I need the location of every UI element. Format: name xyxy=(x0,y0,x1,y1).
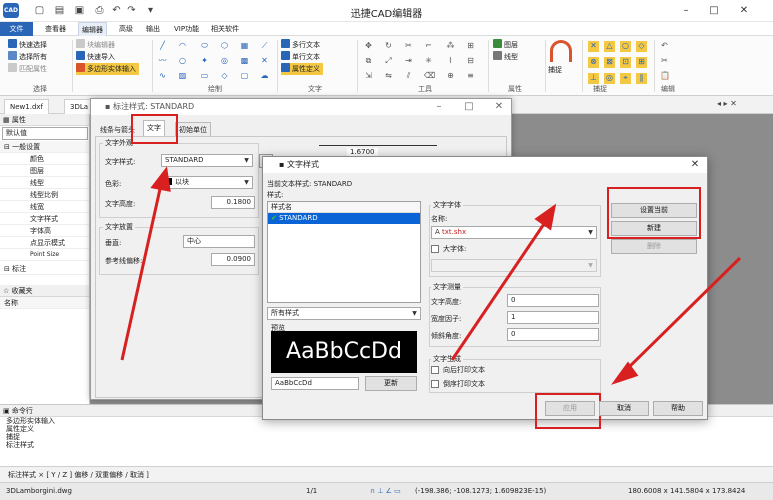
arrow-to-buttons xyxy=(450,217,550,361)
arrowhead xyxy=(611,361,639,385)
arrow-to-apply xyxy=(622,256,742,374)
annotation-arrows xyxy=(120,166,742,385)
arrow-to-text-tab xyxy=(120,179,164,361)
arrowhead xyxy=(150,166,171,192)
arrowhead xyxy=(534,203,557,231)
